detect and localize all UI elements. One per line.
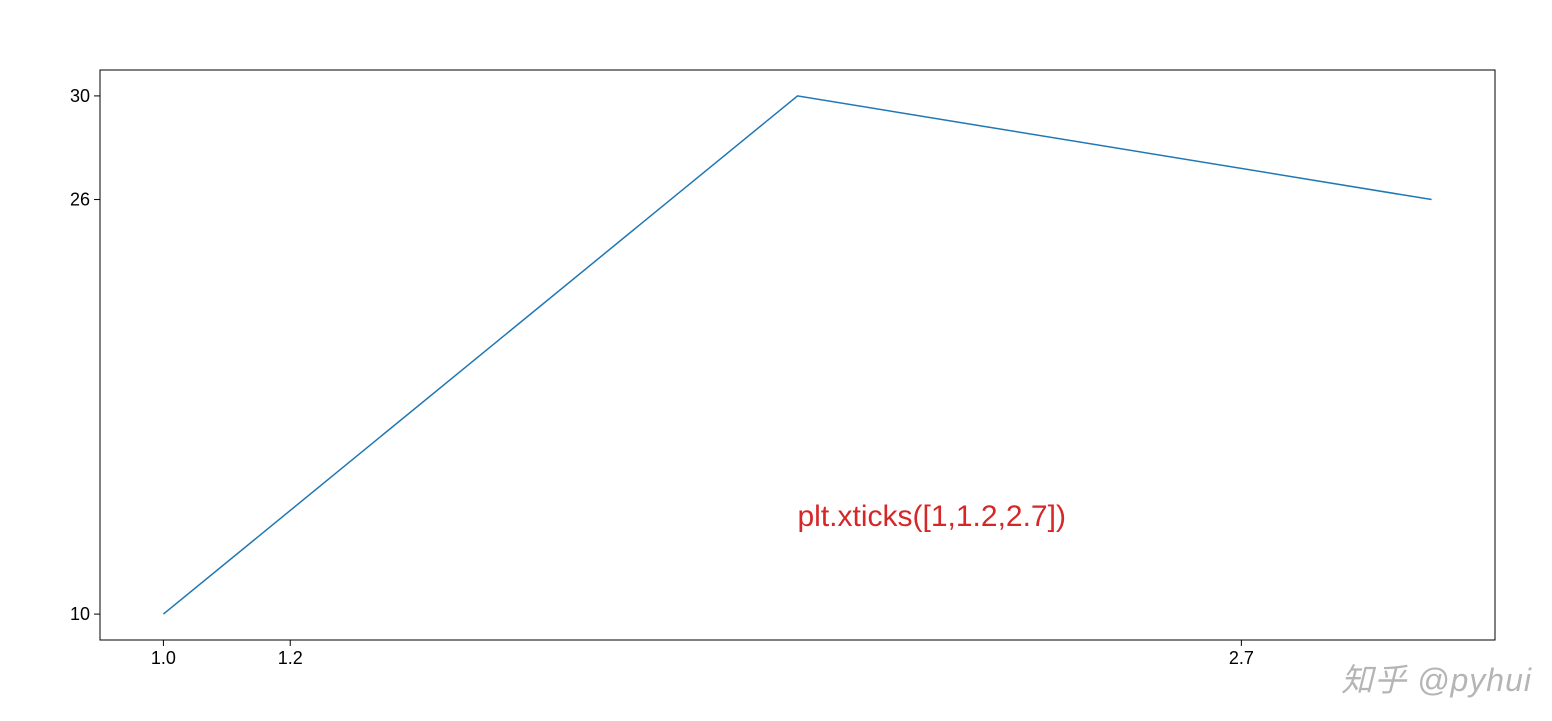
line-chart-svg: 10 26 30 1.0 1.2 2.7 plt.xticks([1,1.2,2.7]) xyxy=(30,30,1522,690)
x-tick-label: 1.0 xyxy=(151,648,176,668)
x-tick-label: 1.2 xyxy=(278,648,303,668)
data-series-line xyxy=(163,96,1431,614)
y-axis-ticks xyxy=(94,96,100,614)
x-tick-label: 2.7 xyxy=(1229,648,1254,668)
y-tick-label: 30 xyxy=(70,86,90,106)
x-axis-tick-labels: 1.0 1.2 2.7 xyxy=(151,648,1254,668)
y-tick-label: 26 xyxy=(70,190,90,210)
chart-annotation-text: plt.xticks([1,1.2,2.7]) xyxy=(798,500,1066,533)
y-axis-tick-labels: 10 26 30 xyxy=(70,86,90,624)
x-axis-ticks xyxy=(163,640,1241,646)
axes-frame xyxy=(100,70,1495,640)
y-tick-label: 10 xyxy=(70,604,90,624)
chart-container: 10 26 30 1.0 1.2 2.7 plt.xticks([1,1.2,2.7]) xyxy=(30,30,1522,690)
